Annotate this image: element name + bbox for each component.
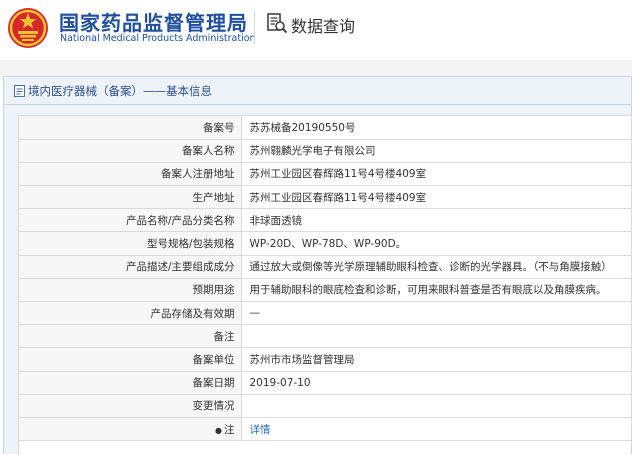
agency-name-en: National Medical Products Administration	[60, 33, 256, 44]
row-label-text: 注	[224, 423, 235, 436]
info-panel: 境内医疗器械（备案）——基本信息 备案号 苏苏械备20190550号 备案人名称 苏州…	[3, 76, 632, 455]
table-row: 备案人注册地址 苏州工业园区春辉路11号4号楼409室	[19, 162, 632, 187]
row-label: 备案日期	[19, 371, 242, 395]
row-label-text: 产品存储及有效期	[150, 307, 235, 320]
row-value: 2019-07-10	[241, 371, 632, 395]
row-value: 通过放大或倒像等光学原理辅助眼科检查、诊断的光学器具。（不与角膜接触）	[241, 255, 632, 279]
row-value-text: 苏苏械备20190550号	[249, 121, 356, 134]
table-row: 预期用途 用于辅助眼科的眼底检查和诊断，可用来眼科普查是否有眼底以及角膜疾病。	[19, 278, 632, 303]
table-row: 型号规格/包装规格 WP-20D、WP-78D、WP-90D。	[19, 231, 632, 256]
national-emblem-icon	[8, 8, 48, 48]
details-link[interactable]: 详情	[250, 424, 271, 436]
row-label-text: 变更情况	[192, 400, 235, 413]
row-value: 苏州翱麟光学电子有限公司	[241, 139, 632, 163]
row-label: 型号规格/包装规格	[19, 231, 242, 256]
row-label: 备案号	[19, 116, 242, 140]
row-label-text: 备案人注册地址	[161, 168, 235, 181]
row-value: 详情	[241, 417, 632, 442]
table-row: 备案号 苏苏械备20190550号	[19, 116, 632, 140]
table-row: 生产地址 苏州工业园区春辉路11号4号楼409室	[19, 185, 632, 210]
row-value: 用于辅助眼科的眼底检查和诊断，可用来眼科普查是否有眼底以及角膜疾病。	[241, 278, 632, 303]
detail-table: 备案号 苏苏械备20190550号备案人名称 苏州翱麟光学电子有限公司备案人注册地址…	[18, 115, 632, 455]
panel-title-bar: 境内医疗器械（备案）——基本信息	[4, 77, 631, 105]
row-value-text: —	[249, 307, 261, 320]
row-label: 变更情况	[19, 394, 242, 418]
row-label: 产品名称/产品分类名称	[19, 208, 242, 233]
agency-name-cn: 国家药品监督管理局	[59, 11, 248, 35]
data-query-link[interactable]: 数据查询	[291, 13, 355, 37]
table-row: 产品描述/主要组成成分 通过放大或倒像等光学原理辅助眼科检查、诊断的光学器具。（不…	[19, 255, 632, 279]
row-value	[241, 324, 632, 349]
row-value: 苏州工业园区春辉路11号4号楼409室	[241, 162, 632, 187]
table-row: ● 注详情	[19, 417, 632, 442]
row-value: 苏苏械备20190550号	[241, 116, 632, 140]
table-row: 备案人名称 苏州翱麟光学电子有限公司	[19, 139, 632, 163]
document-icon	[14, 85, 25, 97]
row-label: 备注	[19, 324, 242, 349]
row-label-text: 备案号	[203, 121, 235, 134]
row-value	[241, 394, 632, 418]
row-value-text: 2019-07-10	[249, 376, 311, 389]
star-marker-icon: ●	[215, 425, 222, 435]
row-value-text: 用于辅助眼科的眼底检查和诊断，可用来眼科普查是否有眼底以及角膜疾病。	[249, 284, 607, 297]
header-divider	[254, 10, 255, 44]
row-label-text: 备案单位	[192, 353, 235, 366]
row-value: 苏州市市场监督管理局	[241, 347, 632, 372]
row-value-text: 苏州工业园区春辉路11号4号楼409室	[249, 191, 427, 204]
row-label: 备案单位	[19, 347, 242, 372]
table-row: 产品存储及有效期 —	[19, 301, 632, 326]
table-row: 备案单位 苏州市市场监督管理局	[19, 347, 632, 372]
row-value-text: 苏州市市场监督管理局	[249, 353, 355, 366]
table-row: 产品名称/产品分类名称 非球面透镜	[19, 208, 632, 233]
row-value: —	[241, 301, 632, 326]
table-row: 备注	[19, 324, 632, 349]
row-label-text: 备案日期	[192, 377, 235, 390]
row-label-text: 备注	[213, 330, 235, 343]
header-gap	[0, 60, 632, 76]
row-value-text: WP-20D、WP-78D、WP-90D。	[249, 238, 407, 251]
row-value: 非球面透镜	[241, 208, 632, 233]
row-label-text: 产品描述/主要组成成分	[125, 261, 235, 274]
site-header: 国家药品监督管理局 National Medical Products Admi…	[0, 0, 632, 60]
row-value-text: 通过放大或倒像等光学原理辅助眼科检查、诊断的光学器具。（不与角膜接触）	[249, 261, 612, 274]
row-label-text: 产品名称/产品分类名称	[125, 214, 235, 227]
row-value: WP-20D、WP-78D、WP-90D。	[241, 231, 632, 256]
panel-title: 境内医疗器械（备案）——基本信息	[28, 84, 212, 98]
row-label: 备案人注册地址	[19, 162, 242, 187]
row-label: 产品存储及有效期	[19, 301, 242, 326]
row-label: 预期用途	[19, 278, 242, 303]
row-label-text: 生产地址	[192, 191, 235, 204]
row-label: ● 注	[19, 417, 242, 442]
row-label: 生产地址	[19, 185, 242, 210]
table-row: 备案日期 2019-07-10	[19, 371, 632, 395]
search-document-icon[interactable]	[266, 12, 288, 34]
row-value-text: 非球面透镜	[249, 214, 303, 227]
row-value-text: 苏州工业园区春辉路11号4号楼409室	[249, 168, 427, 181]
row-label-text: 型号规格/包装规格	[146, 238, 235, 251]
row-label-text: 备案人名称	[182, 145, 235, 158]
row-label: 产品描述/主要组成成分	[19, 255, 242, 279]
row-value-text: 苏州翱麟光学电子有限公司	[249, 145, 376, 158]
row-value: 苏州工业园区春辉路11号4号楼409室	[241, 185, 632, 210]
table-row: 变更情况	[19, 394, 632, 418]
row-label: 备案人名称	[19, 139, 242, 163]
row-label-text: 预期用途	[192, 284, 235, 297]
